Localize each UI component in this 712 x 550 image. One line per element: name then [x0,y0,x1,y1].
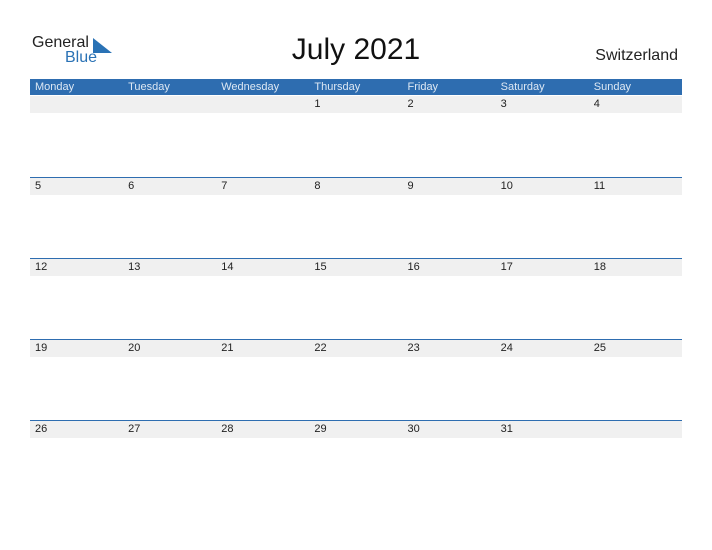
day-cell: 14 [221,261,234,273]
day-cell: 22 [314,342,327,354]
day-cell: 6 [128,180,135,192]
day-cell: 20 [128,342,141,354]
weekday-tuesday: Tuesday [128,81,170,93]
day-cell [123,96,216,113]
day-cell: 28 [221,423,234,435]
day-cell: 26 [35,423,48,435]
day-cell: 11 [593,180,606,192]
weekday-saturday: Saturday [500,81,545,93]
week-row-1: 1 2 3 4 [30,96,682,113]
day-cell: 9 [407,180,414,192]
day-cell: 12 [35,261,48,273]
day-cell: 15 [314,261,327,273]
day-cell [30,96,123,113]
weekday-thursday: Thursday [314,81,361,93]
day-cell: 21 [221,342,234,354]
week-row-5: 26 27 28 29 30 31 [30,420,682,438]
day-cell: 25 [593,342,606,354]
day-cell: 16 [407,261,420,273]
day-cell [589,421,682,438]
weekday-header: Monday Tuesday Wednesday Thursday Friday… [30,79,682,95]
country-label: Switzerland [595,47,678,64]
day-cell: 8 [314,180,321,192]
weekday-sunday: Sunday [593,81,632,93]
day-cell: 4 [593,98,600,110]
day-cell: 10 [500,180,513,192]
weekday-friday: Friday [407,81,439,93]
day-cell: 24 [500,342,513,354]
day-cell: 1 [314,98,321,110]
day-cell: 2 [407,98,414,110]
week-row-4: 19 20 21 22 23 24 25 [30,339,682,357]
day-cell: 30 [407,423,420,435]
day-cell: 3 [500,98,507,110]
day-cell: 31 [500,423,513,435]
weekday-monday: Monday [35,81,75,93]
day-cell: 17 [500,261,513,273]
day-cell [216,96,309,113]
day-cell: 18 [593,261,606,273]
week-row-3: 12 13 14 15 16 17 18 [30,258,682,276]
day-cell: 7 [221,180,228,192]
day-cell: 29 [314,423,327,435]
week-row-2: 5 6 7 8 9 10 11 [30,177,682,195]
day-cell: 13 [128,261,141,273]
day-cell: 19 [35,342,48,354]
day-cell: 5 [35,180,42,192]
weekday-wednesday: Wednesday [221,81,280,93]
day-cell: 23 [407,342,420,354]
day-cell: 27 [128,423,141,435]
